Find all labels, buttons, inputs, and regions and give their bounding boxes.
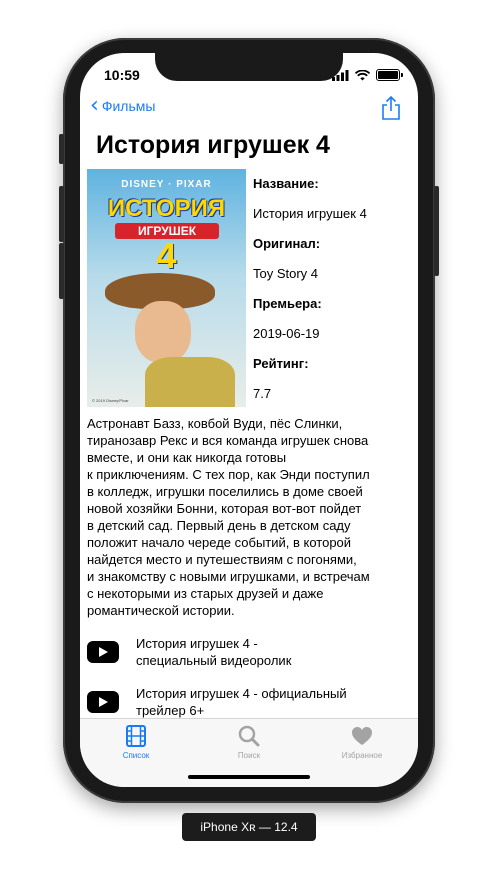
movie-description: Астронавт Базз, ковбой Вуди, пёс Слинки,… xyxy=(87,416,370,618)
video-list: История игрушек 4 - специальный видеорол… xyxy=(87,627,413,727)
video-title: История игрушек 4 - специальный видеорол… xyxy=(136,635,291,669)
status-time: 10:59 xyxy=(104,67,140,83)
wifi-icon xyxy=(355,69,370,80)
screen: 10:59 ‹ Фильмы История игрушек 4 DISNEY … xyxy=(80,53,418,787)
poster-character-body xyxy=(145,357,235,407)
movie-info: Название: История игрушек 4 Оригинал: To… xyxy=(253,176,413,416)
tab-favorites-label: Избранное xyxy=(341,751,383,760)
field-label-name: Название: xyxy=(253,176,319,191)
tab-favorites[interactable]: Избранное xyxy=(312,725,412,760)
poster-copyright: © 2019 Disney/Pixar xyxy=(92,398,129,403)
notch xyxy=(155,53,343,81)
youtube-play-icon xyxy=(87,691,119,713)
battery-icon xyxy=(376,69,403,81)
volume-up-button xyxy=(59,186,64,242)
poster-title-number: 4 xyxy=(156,235,177,276)
tab-search-label: Поиск xyxy=(237,751,261,760)
poster-brand: DISNEY · PIXAR xyxy=(121,179,212,190)
youtube-play-icon xyxy=(87,641,119,663)
back-label: Фильмы xyxy=(101,98,156,114)
tab-list[interactable]: Список xyxy=(86,725,186,760)
field-value-name: История игрушек 4 xyxy=(253,206,367,221)
status-icons xyxy=(332,69,403,81)
chevron-left-icon: ‹ xyxy=(90,93,99,118)
power-button xyxy=(434,186,439,276)
poster-title-line1: ИСТОРИЯ xyxy=(107,195,226,222)
back-button[interactable]: ‹ Фильмы xyxy=(90,93,156,118)
film-grid-icon xyxy=(126,725,146,747)
poster-character-face xyxy=(135,301,191,363)
silent-switch xyxy=(59,134,64,164)
tab-bar: Список Поиск Избранное xyxy=(80,718,418,787)
field-value-original: Toy Story 4 xyxy=(253,266,319,281)
device-label: iPhone Xʀ — 12.4 xyxy=(182,813,316,841)
video-title-line1: История игрушек 4 - xyxy=(136,636,258,651)
volume-down-button xyxy=(59,243,64,299)
field-label-rating: Рейтинг: xyxy=(253,356,309,371)
video-title-line2: специальный видеоролик xyxy=(136,653,292,668)
field-value-premiere: 2019-06-19 xyxy=(253,326,320,341)
video-title: История игрушек 4 - официальный трейлер … xyxy=(136,685,347,719)
video-item[interactable]: История игрушек 4 - специальный видеорол… xyxy=(87,627,413,677)
video-title-line2: трейлер 6+ xyxy=(136,703,205,718)
page-title: История игрушек 4 xyxy=(96,131,330,159)
heart-icon xyxy=(352,727,372,745)
tab-search[interactable]: Поиск xyxy=(199,725,299,760)
field-value-rating: 7.7 xyxy=(253,386,272,401)
share-icon[interactable] xyxy=(380,95,402,121)
home-indicator[interactable] xyxy=(188,775,310,779)
video-title-line1: История игрушек 4 - официальный xyxy=(136,686,347,701)
search-icon xyxy=(238,725,260,747)
movie-poster: DISNEY · PIXAR ИСТОРИЯ ИГРУШЕК 4 © 2019 … xyxy=(87,169,246,407)
field-label-original: Оригинал: xyxy=(253,236,321,251)
tab-list-label: Список xyxy=(122,751,150,760)
signal-icon xyxy=(332,69,349,81)
field-label-premiere: Премьера: xyxy=(253,296,322,311)
